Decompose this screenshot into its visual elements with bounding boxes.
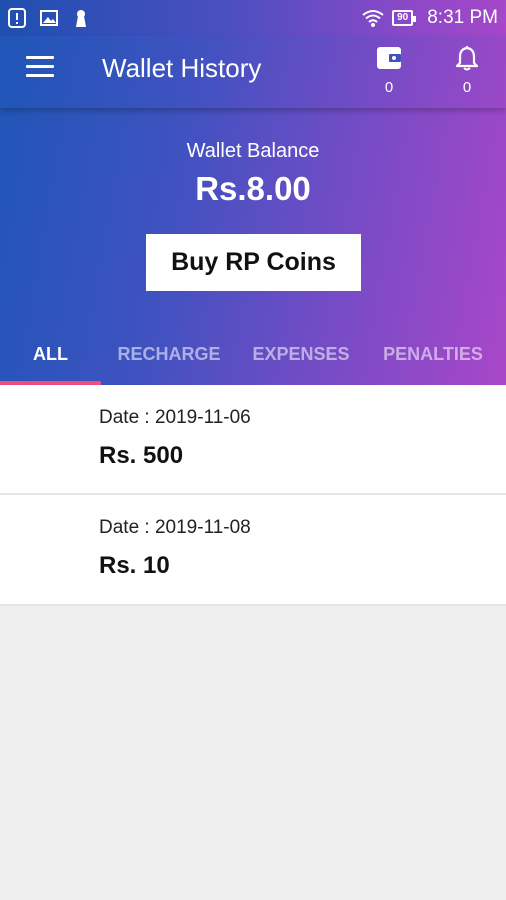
balance-amount: Rs.8.00 xyxy=(195,170,311,207)
alert-icon xyxy=(8,8,26,28)
keyhole-icon xyxy=(76,10,86,27)
transaction-date: Date : 2019-11-06 xyxy=(99,407,251,428)
tab-bar: ALL RECHARGE EXPENSES PENALTIES xyxy=(0,334,506,385)
wifi-icon xyxy=(362,10,384,27)
notifications-button[interactable]: 0 xyxy=(450,44,484,96)
status-left xyxy=(8,8,90,28)
battery-icon: 90 xyxy=(392,10,417,26)
wallet-count: 0 xyxy=(384,79,394,96)
wallet-button[interactable]: 0 xyxy=(372,44,406,96)
page-title: Wallet History xyxy=(102,53,262,83)
notification-count: 0 xyxy=(462,79,472,96)
transaction-amount: Rs. 10 xyxy=(99,552,170,579)
transaction-list: Date : 2019-11-06 Rs. 500 Date : 2019-11… xyxy=(0,385,506,606)
status-bar: 90 8:31 PM xyxy=(0,0,506,36)
tab-all[interactable]: ALL xyxy=(0,334,101,385)
transaction-amount: Rs. 500 xyxy=(99,442,184,469)
wallet-icon xyxy=(377,47,401,69)
wallet-header: Wallet History 0 0 Wallet Balance Rs.8.0… xyxy=(0,36,506,385)
status-right: 90 8:31 PM xyxy=(362,7,498,29)
tab-expenses[interactable]: EXPENSES xyxy=(237,334,365,385)
toolbar: Wallet History 0 0 xyxy=(0,36,506,108)
balance-label: Wallet Balance xyxy=(186,140,320,162)
transaction-item[interactable]: Date : 2019-11-06 Rs. 500 xyxy=(0,385,506,495)
menu-icon[interactable] xyxy=(26,56,54,80)
image-icon xyxy=(40,10,58,26)
tab-recharge[interactable]: RECHARGE xyxy=(101,334,237,385)
transaction-date: Date : 2019-11-08 xyxy=(99,517,251,538)
transaction-item[interactable]: Date : 2019-11-08 Rs. 10 xyxy=(0,495,506,606)
tab-penalties[interactable]: PENALTIES xyxy=(365,334,501,385)
status-time: 8:31 PM xyxy=(427,7,498,28)
bell-icon xyxy=(455,45,479,71)
buy-rp-coins-button[interactable]: Buy RP Coins xyxy=(146,234,361,291)
